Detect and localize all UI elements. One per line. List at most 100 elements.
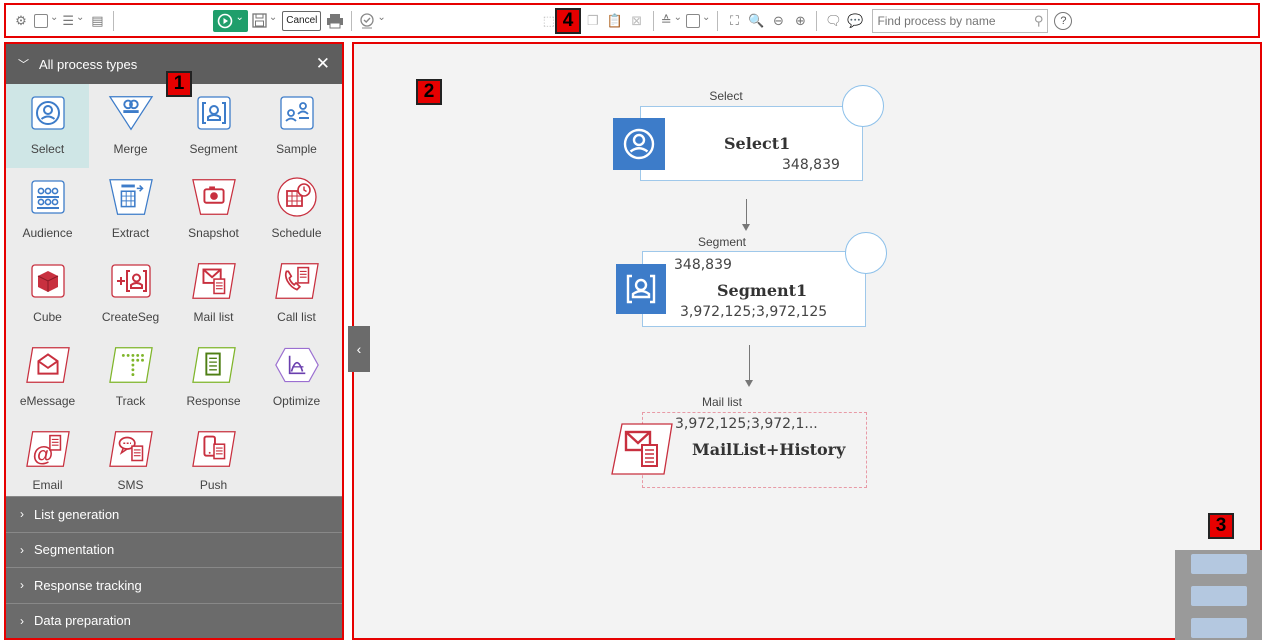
createseg-icon xyxy=(108,258,154,304)
chevron-right-icon: › xyxy=(20,578,24,593)
clear-comments-icon[interactable]: 🗨 xyxy=(824,10,842,32)
connection-handle[interactable] xyxy=(842,85,884,127)
palette-item-select[interactable]: Select xyxy=(6,84,89,168)
cancel-button[interactable]: Cancel xyxy=(282,10,322,31)
palette-item-emessage[interactable]: eMessage xyxy=(6,336,89,420)
select-icon[interactable] xyxy=(613,118,665,170)
palette-item-label: Push xyxy=(199,478,228,492)
chevron-right-icon: › xyxy=(20,507,24,522)
section-data-preparation[interactable]: › Data preparation xyxy=(6,602,342,638)
extract-icon xyxy=(108,174,154,220)
email-icon: @ xyxy=(25,426,71,472)
palette-item-label: Track xyxy=(115,394,146,408)
validate-menu-button[interactable] xyxy=(359,10,385,32)
toolbar-divider xyxy=(816,10,818,31)
section-segmentation[interactable]: › Segmentation xyxy=(6,531,342,567)
palette-item-label: CreateSeg xyxy=(101,310,160,324)
align-menu-button[interactable]: ≙ xyxy=(661,10,682,32)
segment-icon xyxy=(191,90,237,136)
process-count-top: 348,839 xyxy=(674,257,732,273)
process-count: 348,839 xyxy=(782,157,840,173)
palette-item-track[interactable]: Track xyxy=(89,336,172,420)
chevron-left-icon: ‹ xyxy=(356,341,362,357)
sms-icon xyxy=(108,426,154,472)
palette-item-label: Segment xyxy=(189,142,238,156)
search-input[interactable] xyxy=(877,13,1018,28)
palette-item-email[interactable]: @ Email xyxy=(6,420,89,504)
palette-item-label: Merge xyxy=(113,142,148,156)
help-button[interactable]: ? xyxy=(1054,11,1073,30)
palette-item-schedule[interactable]: Schedule xyxy=(255,168,338,252)
process-grid: Select Merge Segment Sample Audience Ext… xyxy=(6,84,342,504)
callout-1: 1 xyxy=(166,71,192,97)
palette-item-snapshot[interactable]: Snapshot xyxy=(172,168,255,252)
zoom-in-icon[interactable]: ⊕ xyxy=(791,10,809,32)
palette-item-cube[interactable]: Cube xyxy=(6,252,89,336)
mail-list-icon[interactable] xyxy=(610,422,674,476)
connector-arrow[interactable] xyxy=(742,199,750,231)
process-count-top: 3,972,125;3,972,1... xyxy=(675,416,818,432)
section-response-tracking[interactable]: › Response tracking xyxy=(6,567,342,603)
minimap-node xyxy=(1191,586,1247,606)
palette-item-push[interactable]: Push xyxy=(172,420,255,504)
segment-icon[interactable] xyxy=(616,264,666,314)
settings-icon[interactable]: ⚙ xyxy=(12,10,30,32)
audience-icon xyxy=(25,174,71,220)
search-icon[interactable]: ⚲ xyxy=(1034,13,1044,29)
palette-item-label: SMS xyxy=(117,478,144,492)
palette-item-label: Email xyxy=(32,478,63,492)
comments-icon[interactable]: 💬 xyxy=(846,10,864,32)
palette-item-extract[interactable]: Extract xyxy=(89,168,172,252)
palette-item-optimize[interactable]: Optimize xyxy=(255,336,338,420)
palette-item-label: Extract xyxy=(111,226,150,240)
save-menu-button[interactable] xyxy=(252,10,277,32)
call-list-icon xyxy=(274,258,320,304)
palette-item-label: Call list xyxy=(277,310,316,324)
palette-item-sms[interactable]: SMS xyxy=(89,420,172,504)
palette-title: All process types xyxy=(39,56,138,72)
properties-menu-button[interactable] xyxy=(34,10,58,32)
connector-arrow[interactable] xyxy=(745,345,753,387)
paste-icon[interactable]: 📋 xyxy=(606,10,624,32)
optimize-icon xyxy=(274,342,320,388)
palette-sections: › List generation › Segmentation › Respo… xyxy=(6,496,342,638)
callout-3: 3 xyxy=(1208,513,1234,539)
collapse-palette-button[interactable]: ‹ xyxy=(348,326,370,372)
callout-4: 4 xyxy=(555,8,581,34)
layout-menu-button[interactable]: ☰ xyxy=(62,10,84,32)
connection-handle[interactable] xyxy=(845,232,887,274)
palette-item-label: Cube xyxy=(33,310,62,324)
arrange-menu-button[interactable] xyxy=(686,10,710,32)
close-icon[interactable]: ✕ xyxy=(316,54,330,74)
palette-item-label: Response xyxy=(186,394,241,408)
reports-icon[interactable]: ▤ xyxy=(88,10,106,32)
chevron-right-icon: › xyxy=(20,542,24,557)
callout-2: 2 xyxy=(416,79,442,105)
fit-to-screen-icon[interactable]: ⛶ xyxy=(725,10,743,32)
section-label: Data preparation xyxy=(34,613,131,629)
copy-icon[interactable]: ❐ xyxy=(584,10,602,32)
palette-item-label: Mail list xyxy=(193,310,234,324)
run-button[interactable] xyxy=(213,9,248,32)
minimap-node xyxy=(1191,618,1247,638)
save-icon xyxy=(252,13,267,28)
palette-item-mail-list[interactable]: Mail list xyxy=(172,252,255,336)
palette-item-audience[interactable]: Audience xyxy=(6,168,89,252)
print-icon[interactable] xyxy=(326,10,344,32)
palette-item-sample[interactable]: Sample xyxy=(255,84,338,168)
zoom-100-icon[interactable]: 🔍 xyxy=(747,10,765,32)
palette-item-createseg[interactable]: CreateSeg xyxy=(89,252,172,336)
toolbar-divider xyxy=(652,10,654,31)
palette-item-response[interactable]: Response xyxy=(172,336,255,420)
palette-item-merge[interactable]: Merge xyxy=(89,84,172,168)
palette-item-call-list[interactable]: Call list xyxy=(255,252,338,336)
node-type-label: Mail list xyxy=(701,395,742,409)
overview-minimap[interactable] xyxy=(1175,550,1262,640)
zoom-out-icon[interactable]: ⊖ xyxy=(769,10,787,32)
section-list-generation[interactable]: › List generation xyxy=(6,496,342,532)
merge-icon xyxy=(108,90,154,136)
delete-icon[interactable]: ⊠ xyxy=(628,10,646,32)
palette-item-label: Select xyxy=(30,142,65,156)
section-label: Response tracking xyxy=(34,577,142,593)
node-type-label: Segment xyxy=(697,235,747,249)
